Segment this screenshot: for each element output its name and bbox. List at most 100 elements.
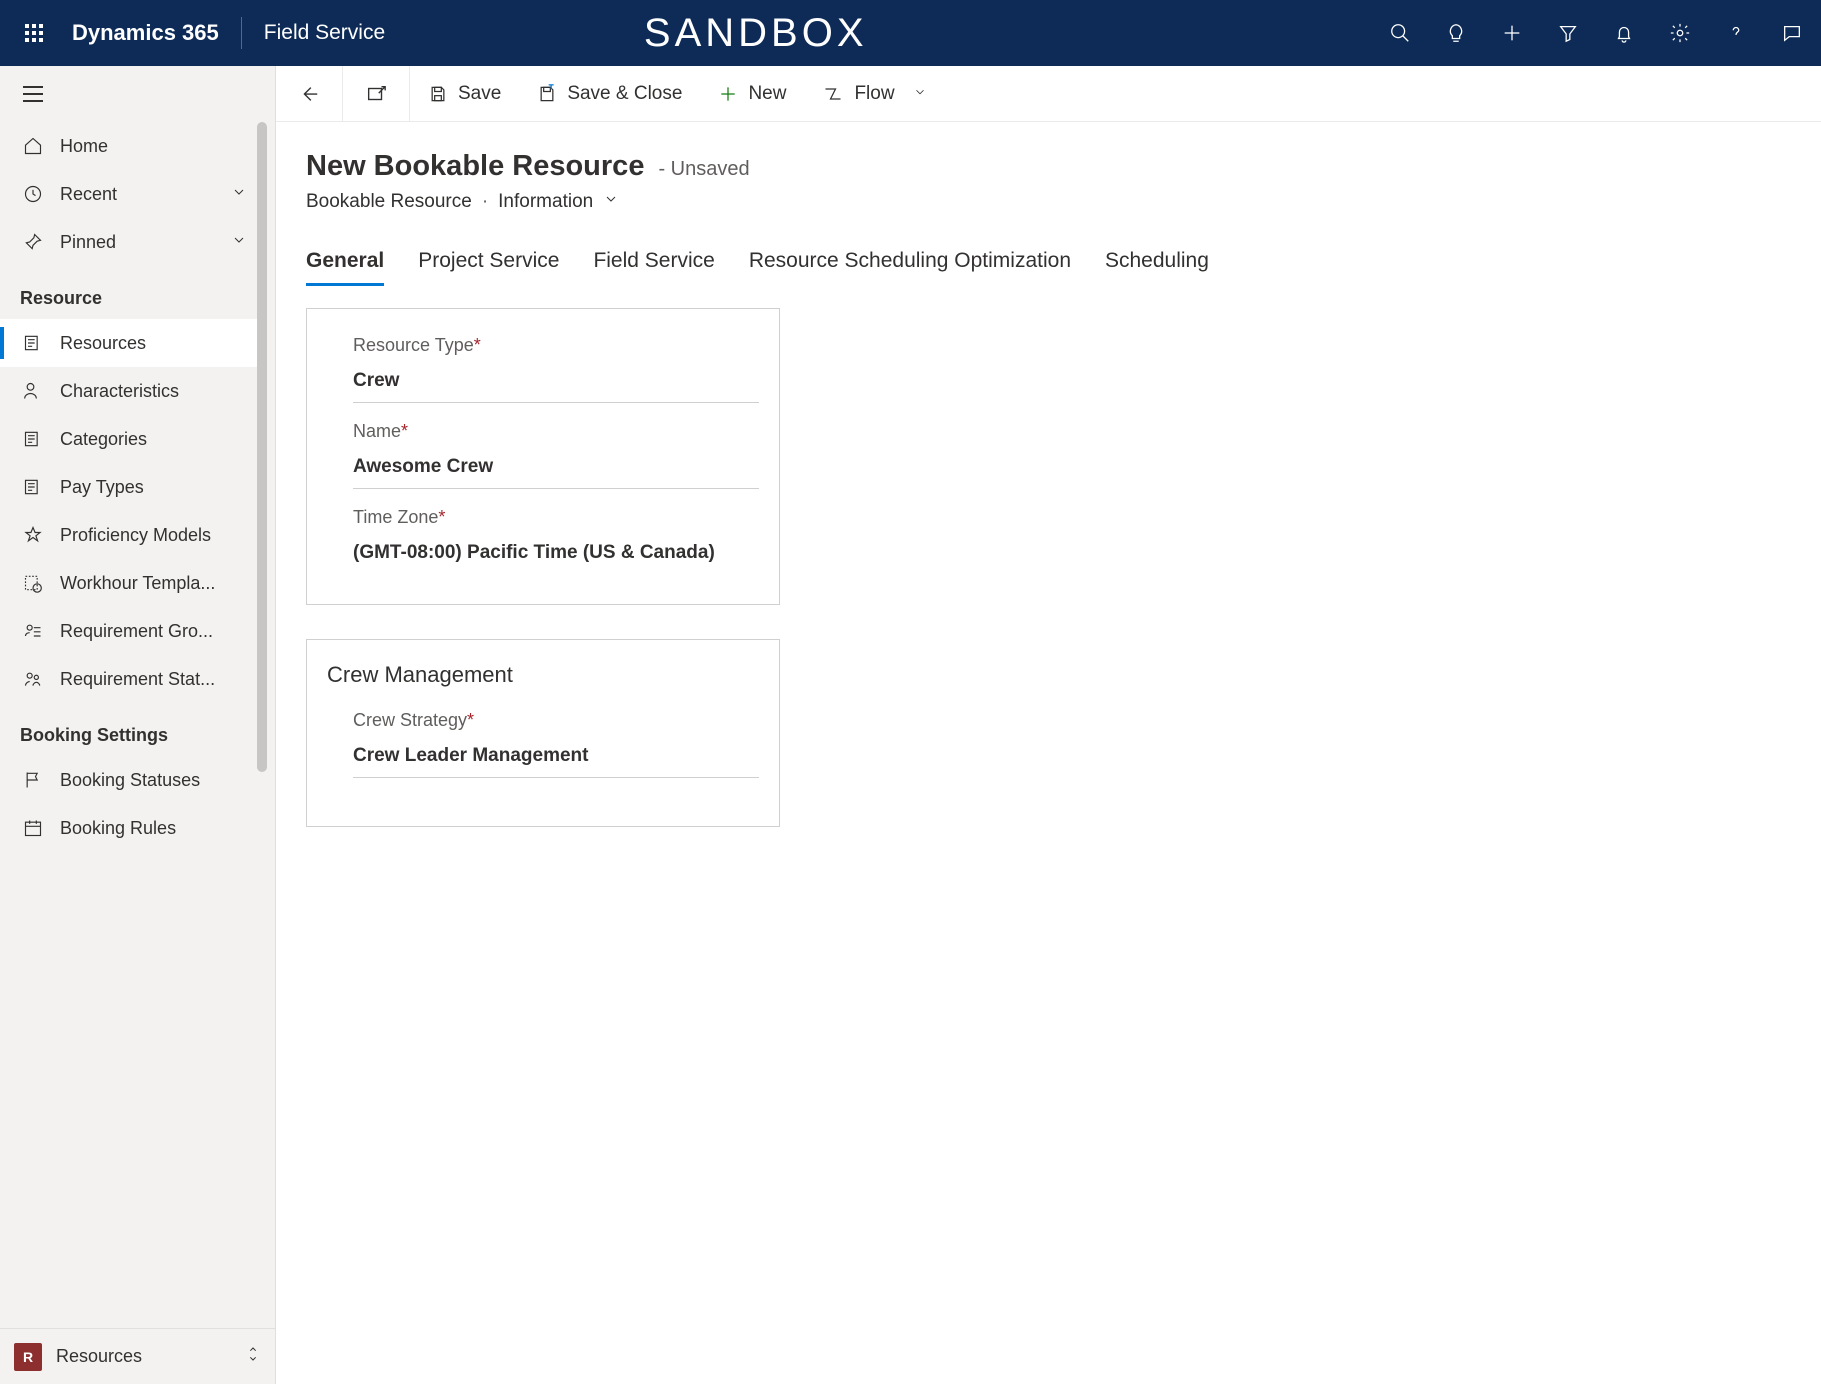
field-value[interactable]: Crew Leader Management (353, 745, 759, 778)
field-value[interactable]: (GMT-08:00) Pacific Time (US & Canada) (353, 542, 759, 574)
sidebar: Home Recent Pinned Resource Resources Ch… (0, 66, 276, 1384)
calendar-icon (20, 818, 46, 838)
list-icon (20, 477, 46, 497)
tab-scheduling[interactable]: Scheduling (1105, 249, 1209, 286)
command-bar: Save Save & Close New Flow (276, 66, 1821, 122)
save-label: Save (458, 83, 501, 105)
breadcrumb-sep: · (482, 191, 488, 213)
form-selector[interactable]: Bookable Resource · Information (306, 191, 1821, 213)
sidebar-item-requirement-groups[interactable]: Requirement Gro... (0, 607, 257, 655)
tab-field-service[interactable]: Field Service (593, 249, 714, 286)
sidebar-item-label: Home (60, 136, 108, 157)
sidebar-item-label: Proficiency Models (60, 525, 211, 546)
field-label: Resource Type* (353, 335, 759, 356)
sidebar-item-pinned[interactable]: Pinned (0, 218, 257, 266)
open-new-window-button[interactable] (343, 66, 410, 122)
main-area: Save Save & Close New Flow New Bookable … (276, 66, 1821, 1384)
flow-button[interactable]: Flow (804, 66, 944, 122)
entity-name: Bookable Resource (306, 191, 472, 213)
area-label: Resources (56, 1346, 142, 1367)
person-icon (20, 381, 46, 401)
sidebar-item-label: Resources (60, 333, 146, 354)
save-close-button[interactable]: Save & Close (519, 66, 700, 122)
people-icon (20, 669, 46, 689)
page-title: New Bookable Resource (306, 150, 644, 183)
field-timezone[interactable]: Time Zone* (GMT-08:00) Pacific Time (US … (353, 507, 759, 574)
product-name[interactable]: Dynamics 365 (72, 20, 219, 46)
sidebar-item-resources[interactable]: Resources (0, 319, 257, 367)
app-launcher-icon[interactable] (14, 13, 54, 53)
filter-icon[interactable] (1553, 18, 1583, 48)
sidebar-item-label: Booking Statuses (60, 770, 200, 791)
list-icon (20, 429, 46, 449)
sidebar-item-proficiency-models[interactable]: Proficiency Models (0, 511, 257, 559)
global-header: Dynamics 365 Field Service SANDBOX (0, 0, 1821, 66)
sidebar-item-label: Characteristics (60, 381, 179, 402)
save-close-label: Save & Close (567, 83, 682, 105)
sidebar-item-label: Pinned (60, 232, 116, 253)
help-icon[interactable] (1721, 18, 1751, 48)
field-name[interactable]: Name* Awesome Crew (353, 421, 759, 489)
sidebar-group-booking: Booking Settings (0, 703, 257, 756)
chevron-updown-icon (245, 1343, 261, 1370)
gear-icon[interactable] (1665, 18, 1695, 48)
general-section: Resource Type* Crew Name* Awesome Crew T… (306, 308, 780, 605)
template-icon (20, 573, 46, 593)
field-label: Time Zone* (353, 507, 759, 528)
app-module-name[interactable]: Field Service (264, 21, 385, 45)
back-button[interactable] (276, 66, 343, 122)
sidebar-item-booking-statuses[interactable]: Booking Statuses (0, 756, 257, 804)
field-label: Name* (353, 421, 759, 442)
form-name: Information (498, 191, 593, 213)
chevron-down-icon (231, 184, 247, 205)
field-resource-type[interactable]: Resource Type* Crew (353, 335, 759, 403)
field-value[interactable]: Crew (353, 370, 759, 403)
new-button[interactable]: New (700, 66, 804, 122)
flow-label: Flow (854, 83, 894, 105)
sidebar-item-label: Requirement Gro... (60, 621, 213, 642)
chevron-down-icon (603, 191, 619, 213)
sidebar-item-home[interactable]: Home (0, 122, 257, 170)
home-icon (20, 136, 46, 156)
field-label: Crew Strategy* (353, 710, 759, 731)
save-status: - Unsaved (658, 158, 749, 181)
tab-rso[interactable]: Resource Scheduling Optimization (749, 249, 1071, 286)
list-icon (20, 333, 46, 353)
save-button[interactable]: Save (410, 66, 519, 122)
new-label: New (748, 83, 786, 105)
sidebar-item-pay-types[interactable]: Pay Types (0, 463, 257, 511)
sidebar-item-label: Recent (60, 184, 117, 205)
sidebar-item-workhour-templates[interactable]: Workhour Templa... (0, 559, 257, 607)
section-title: Crew Management (327, 662, 759, 688)
divider (241, 17, 242, 49)
search-icon[interactable] (1385, 18, 1415, 48)
clock-icon (20, 184, 46, 204)
tab-project-service[interactable]: Project Service (418, 249, 559, 286)
bell-icon[interactable] (1609, 18, 1639, 48)
lightbulb-icon[interactable] (1441, 18, 1471, 48)
sidebar-item-characteristics[interactable]: Characteristics (0, 367, 257, 415)
sidebar-toggle[interactable] (0, 66, 275, 122)
field-value[interactable]: Awesome Crew (353, 456, 759, 489)
area-tile: R (14, 1343, 42, 1371)
sidebar-item-recent[interactable]: Recent (0, 170, 257, 218)
sidebar-item-label: Booking Rules (60, 818, 176, 839)
form-content: New Bookable Resource - Unsaved Bookable… (276, 122, 1821, 867)
flag-icon (20, 770, 46, 790)
sidebar-item-requirement-statuses[interactable]: Requirement Stat... (0, 655, 257, 703)
tab-general[interactable]: General (306, 249, 384, 286)
plus-icon[interactable] (1497, 18, 1527, 48)
sidebar-item-categories[interactable]: Categories (0, 415, 257, 463)
area-switcher[interactable]: R Resources (0, 1328, 275, 1384)
sidebar-item-label: Workhour Templa... (60, 573, 215, 594)
chevron-down-icon (231, 232, 247, 253)
star-icon (20, 525, 46, 545)
sidebar-item-booking-rules[interactable]: Booking Rules (0, 804, 257, 852)
field-crew-strategy[interactable]: Crew Strategy* Crew Leader Management (353, 710, 759, 778)
page-title-row: New Bookable Resource - Unsaved (306, 150, 1821, 183)
global-actions (1385, 18, 1807, 48)
sidebar-scrollbar[interactable] (257, 122, 267, 772)
chevron-down-icon (913, 83, 927, 105)
crew-management-section: Crew Management Crew Strategy* Crew Lead… (306, 639, 780, 827)
chat-icon[interactable] (1777, 18, 1807, 48)
